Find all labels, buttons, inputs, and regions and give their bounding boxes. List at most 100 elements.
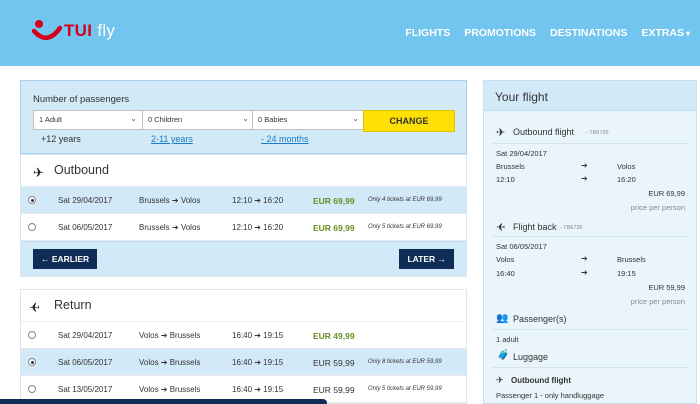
tui-logo[interactable]: TUI fly: [32, 12, 122, 52]
divider: [492, 329, 688, 330]
plane-takeoff-icon: ✈: [496, 127, 506, 139]
radio-button[interactable]: [28, 196, 36, 204]
flight-price: EUR 59,99: [313, 358, 355, 368]
babies-select[interactable]: 0 Babies ⌄: [252, 110, 365, 130]
flight-time: 16:40 ➔ 19:15: [232, 358, 284, 367]
arrow-right-icon: ➔: [581, 174, 588, 183]
flight-route: Brussels ➔ Volos: [139, 223, 201, 232]
adults-age-hint: +12 years: [41, 134, 81, 144]
back-arrival: 19:15: [617, 269, 636, 278]
radio-button[interactable]: [28, 385, 36, 393]
return-row[interactable]: Sat 06/05/2017 Volos ➔ Brussels 16:40 ➔ …: [21, 349, 466, 376]
outbound-header: ✈ Outbound: [21, 155, 466, 187]
outbound-date: Sat 29/04/2017: [496, 149, 547, 158]
radio-button[interactable]: [28, 358, 36, 366]
back-from: Volos: [496, 255, 515, 264]
flight-time: 12:10 ➔ 16:20: [232, 223, 284, 232]
ticket-availability: Only 5 tickets at EUR 59,99: [368, 386, 442, 392]
children-age-link[interactable]: 2-11 years: [151, 134, 193, 144]
divider: [492, 143, 688, 144]
earlier-button[interactable]: ← EARLIER: [33, 249, 98, 269]
ticket-availability: Only 5 tickets at EUR 69,99: [368, 224, 442, 230]
return-section: ✈ Return Sat 29/04/2017 Volos ➔ Brussels…: [20, 289, 467, 404]
bottom-bar: [0, 399, 327, 404]
outbound-flight-label: Outbound flight: [513, 127, 575, 137]
later-button[interactable]: LATER →: [399, 249, 454, 269]
arrow-right-icon: ➔: [581, 254, 588, 263]
flight-date: Sat 06/05/2017: [58, 358, 113, 367]
ticket-availability: Only 4 tickets at EUR 69,99: [368, 197, 442, 203]
plane-takeoff-icon: ✈: [496, 375, 504, 385]
chevron-down-icon: ⌄: [242, 114, 249, 123]
price-per-person: price per person: [630, 203, 685, 212]
luggage-outbound-label: Outbound flight: [511, 376, 571, 385]
back-departure: 16:40: [496, 269, 515, 278]
radio-button[interactable]: [28, 331, 36, 339]
main-nav: FLIGHTS PROMOTIONS DESTINATIONS EXTRAS ▾: [405, 27, 690, 39]
adults-select[interactable]: 1 Adult ⌄: [33, 110, 143, 130]
flight-price: EUR 59,99: [313, 385, 355, 395]
children-select[interactable]: 0 Children ⌄: [142, 110, 255, 130]
passengers-label: Passenger(s): [513, 314, 567, 324]
outbound-row[interactable]: Sat 29/04/2017 Brussels ➔ Volos 12:10 ➔ …: [21, 187, 466, 214]
arrow-right-icon: ➔: [581, 268, 588, 277]
summary-title: Your flight: [484, 81, 696, 111]
flight-route: Volos ➔ Brussels: [139, 385, 201, 394]
outbound-arrival: 16:20: [617, 175, 636, 184]
outbound-title: Outbound: [54, 163, 109, 177]
outbound-to: Volos: [617, 162, 636, 171]
outbound-row[interactable]: Sat 06/05/2017 Brussels ➔ Volos 12:10 ➔ …: [21, 214, 466, 241]
back-to: Brussels: [617, 255, 646, 264]
price-per-person: price per person: [630, 297, 685, 306]
divider: [492, 367, 688, 368]
top-header: TUI fly FLIGHTS PROMOTIONS DESTINATIONS …: [0, 0, 700, 66]
flight-back-label: Flight back: [513, 222, 557, 232]
chevron-down-icon: ⌄: [130, 114, 137, 123]
babies-age-link[interactable]: - 24 months: [261, 134, 309, 144]
users-icon: 👥: [496, 313, 509, 324]
luggage-detail: Passenger 1 - only handluggage: [496, 391, 604, 400]
flight-selection: Number of passengers 1 Adult ⌄ 0 Children…: [20, 80, 467, 404]
radio-button[interactable]: [28, 223, 36, 231]
plane-landing-icon: ✈: [29, 300, 40, 315]
flight-time: 16:40 ➔ 19:15: [232, 385, 284, 394]
passenger-selector: Number of passengers 1 Adult ⌄ 0 Children…: [20, 80, 467, 154]
change-button[interactable]: CHANGE: [363, 110, 455, 132]
outbound-price: EUR 69,99: [648, 189, 685, 198]
arrow-right-icon: ➔: [581, 161, 588, 170]
plane-landing-icon: ✈: [496, 222, 506, 234]
luggage-label: Luggage: [513, 352, 549, 362]
flight-price: EUR 69,99: [313, 223, 355, 233]
outbound-departure: 12:10: [496, 175, 515, 184]
brand-name: TUI fly: [64, 21, 116, 40]
flight-date: Sat 06/05/2017: [58, 223, 113, 232]
chevron-down-icon: ▾: [685, 29, 690, 38]
flight-date: Sat 29/04/2017: [58, 331, 113, 340]
luggage-icon: 🧳: [497, 350, 510, 361]
date-navigation: ← EARLIER LATER →: [21, 241, 466, 276]
flight-time: 16:40 ➔ 19:15: [232, 331, 284, 340]
flight-date: Sat 13/05/2017: [58, 385, 113, 394]
return-row[interactable]: Sat 29/04/2017 Volos ➔ Brussels 16:40 ➔ …: [21, 322, 466, 349]
chevron-down-icon: ⌄: [352, 114, 359, 123]
flight-summary: Your flight ✈ Outbound flight - TB6735 S…: [483, 80, 697, 404]
ticket-availability: Only 8 tickets at EUR 59,99: [368, 359, 442, 365]
back-price: EUR 59,99: [648, 283, 685, 292]
flight-date: Sat 29/04/2017: [58, 196, 113, 205]
flight-route: Brussels ➔ Volos: [139, 196, 201, 205]
outbound-from: Brussels: [496, 162, 525, 171]
tui-smile-icon: [32, 20, 62, 40]
outbound-flight-code: - TB6735: [586, 130, 609, 136]
passengers-title: Number of passengers: [33, 94, 130, 105]
flight-price: EUR 49,99: [313, 331, 355, 341]
flight-route: Volos ➔ Brussels: [139, 358, 201, 367]
passengers-value: 1 adult: [496, 335, 519, 344]
return-title: Return: [54, 298, 92, 312]
nav-extras[interactable]: EXTRAS ▾: [641, 27, 690, 39]
flight-route: Volos ➔ Brussels: [139, 331, 201, 340]
nav-flights[interactable]: FLIGHTS: [405, 27, 450, 39]
nav-destinations[interactable]: DESTINATIONS: [550, 27, 627, 39]
plane-takeoff-icon: ✈: [33, 165, 44, 180]
divider: [492, 236, 688, 237]
nav-promotions[interactable]: PROMOTIONS: [464, 27, 536, 39]
